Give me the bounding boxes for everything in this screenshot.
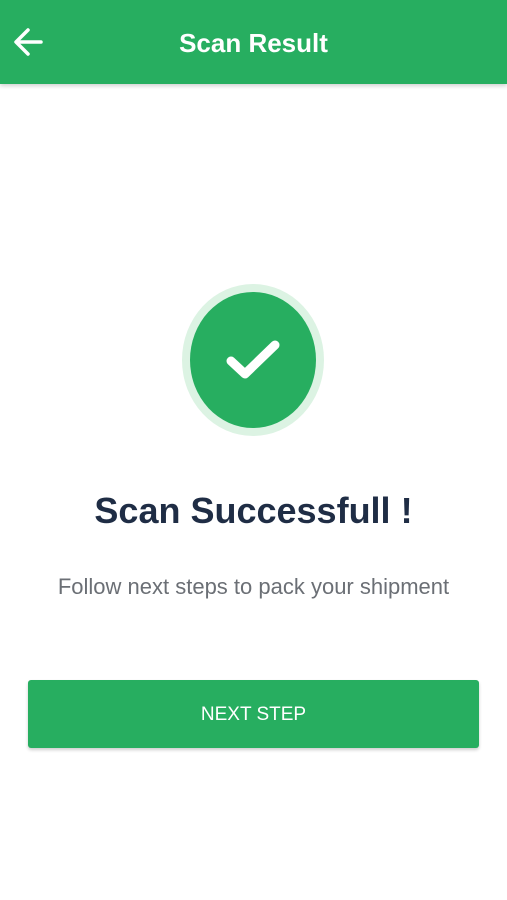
success-circle <box>190 292 316 428</box>
page-title: Scan Result <box>179 28 328 58</box>
success-message: Follow next steps to pack your shipment <box>57 574 450 599</box>
next-step-button[interactable]: NEXT STEP <box>28 680 479 748</box>
app-bar: Scan Result <box>0 0 507 84</box>
success-indicator <box>182 284 324 436</box>
success-headline: Scan Successfull ! <box>94 490 413 531</box>
check-icon <box>226 340 280 379</box>
